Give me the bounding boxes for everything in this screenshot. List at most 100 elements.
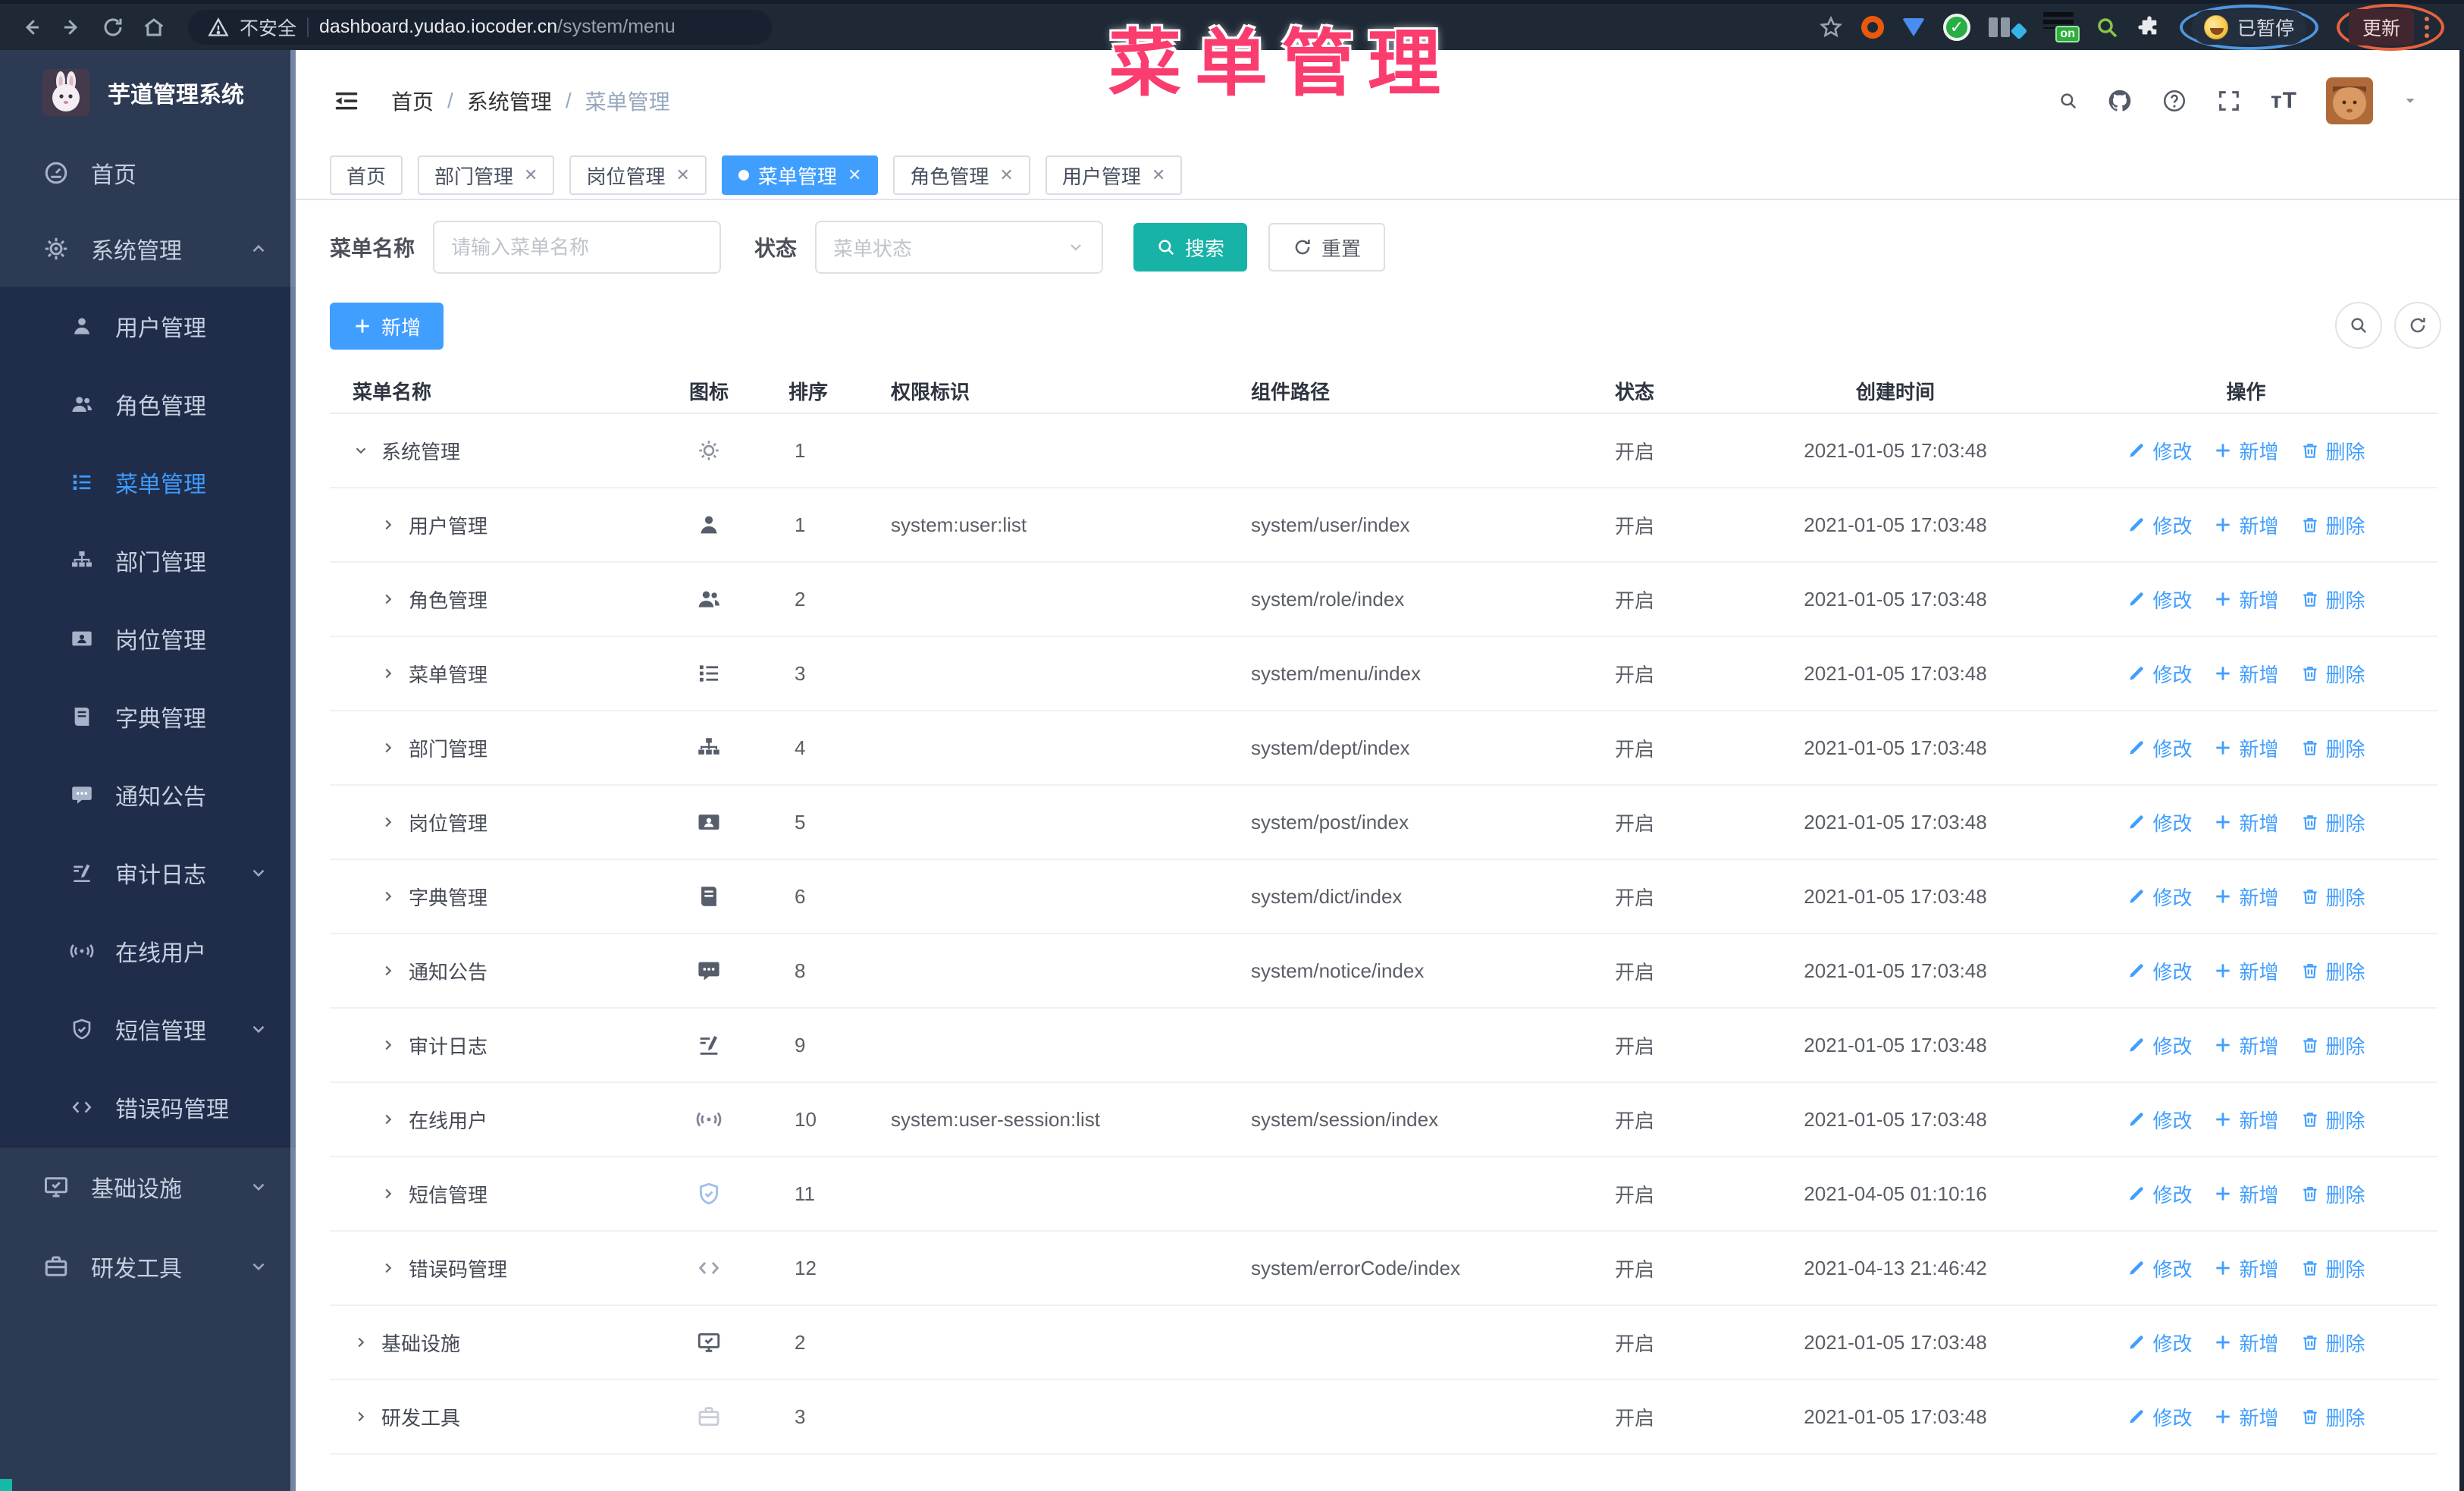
delete-link[interactable]: 删除 — [2300, 1180, 2365, 1208]
edit-link[interactable]: 修改 — [2127, 1031, 2192, 1059]
expand-row-icon[interactable] — [380, 1036, 398, 1054]
chevron-down-icon[interactable] — [2402, 93, 2419, 109]
add-child-link[interactable]: 新增 — [2213, 511, 2279, 539]
sidebar-item[interactable]: 研发工具 — [0, 1226, 296, 1307]
browser-forward-icon[interactable] — [55, 10, 89, 45]
browser-menu-icon[interactable] — [2422, 16, 2432, 38]
add-child-link[interactable]: 新增 — [2213, 585, 2279, 614]
reset-button[interactable]: 重置 — [1268, 223, 1386, 272]
extension-duo-icon[interactable] — [1988, 17, 2028, 39]
expand-row-icon[interactable] — [380, 739, 398, 757]
extension-gem-icon[interactable] — [1901, 17, 1925, 36]
sidebar-scrollbar[interactable] — [290, 50, 296, 1491]
edit-link[interactable]: 修改 — [2127, 883, 2192, 911]
browser-reload-icon[interactable] — [96, 10, 130, 45]
browser-update-button[interactable]: 更新 — [2348, 8, 2414, 46]
status-select[interactable]: 菜单状态 — [815, 221, 1104, 274]
search-button[interactable]: 搜索 — [1133, 223, 1248, 272]
edit-link[interactable]: 修改 — [2127, 808, 2192, 837]
expand-row-icon[interactable] — [380, 1185, 398, 1203]
edit-link[interactable]: 修改 — [2127, 1180, 2192, 1208]
app-logo[interactable]: 芋道管理系统 — [0, 50, 296, 135]
sidebar-item[interactable]: 菜单管理 — [0, 443, 296, 521]
page-tab[interactable]: 用户管理 ✕ — [1045, 155, 1183, 195]
expand-row-icon[interactable] — [380, 664, 398, 683]
close-tab-icon[interactable]: ✕ — [676, 167, 689, 184]
extensions-puzzle-icon[interactable] — [2137, 15, 2161, 39]
delete-link[interactable]: 删除 — [2300, 1031, 2365, 1059]
menu-name-input[interactable] — [433, 221, 722, 274]
delete-link[interactable]: 删除 — [2300, 957, 2365, 985]
page-tab[interactable]: 岗位管理 ✕ — [569, 155, 707, 195]
add-child-link[interactable]: 新增 — [2213, 957, 2279, 985]
delete-link[interactable]: 删除 — [2300, 511, 2365, 539]
edit-link[interactable]: 修改 — [2127, 585, 2192, 614]
browser-back-icon[interactable] — [14, 10, 49, 45]
delete-link[interactable]: 删除 — [2300, 1403, 2365, 1431]
extension-on-badge-icon[interactable]: on — [2042, 11, 2080, 42]
sidebar-item[interactable]: 在线用户 — [0, 912, 296, 990]
edit-link[interactable]: 修改 — [2127, 437, 2192, 465]
user-avatar[interactable] — [2326, 77, 2373, 124]
edit-link[interactable]: 修改 — [2127, 1106, 2192, 1134]
address-bar[interactable]: 不安全 dashboard.yudao.iocoder.cn/system/me… — [188, 9, 772, 45]
extension-magnifier-icon[interactable] — [2095, 15, 2119, 39]
close-tab-icon[interactable]: ✕ — [848, 167, 861, 184]
sidebar-item[interactable]: 用户管理 — [0, 287, 296, 365]
edit-link[interactable]: 修改 — [2127, 660, 2192, 688]
delete-link[interactable]: 删除 — [2300, 660, 2365, 688]
sidebar-item[interactable]: 错误码管理 — [0, 1068, 296, 1146]
add-child-link[interactable]: 新增 — [2213, 1180, 2279, 1208]
delete-link[interactable]: 删除 — [2300, 734, 2365, 762]
page-tab[interactable]: 部门管理 ✕ — [418, 155, 555, 195]
expand-row-icon[interactable] — [380, 1259, 398, 1277]
delete-link[interactable]: 删除 — [2300, 1329, 2365, 1357]
add-child-link[interactable]: 新增 — [2213, 1403, 2279, 1431]
add-child-link[interactable]: 新增 — [2213, 734, 2279, 762]
font-size-icon[interactable]: ᴛT — [2271, 88, 2297, 114]
delete-link[interactable]: 删除 — [2300, 883, 2365, 911]
sidebar-item[interactable]: 通知公告 — [0, 755, 296, 833]
extension-paused-badge[interactable]: 已暂停 — [2191, 9, 2306, 45]
extension-check-icon[interactable]: ✓ — [1942, 13, 1970, 41]
edit-link[interactable]: 修改 — [2127, 1329, 2192, 1357]
expand-row-icon[interactable] — [380, 813, 398, 831]
sidebar-item[interactable]: 首页 — [0, 135, 296, 211]
add-child-link[interactable]: 新增 — [2213, 1031, 2279, 1059]
sidebar-item[interactable]: 基础设施 — [0, 1146, 296, 1226]
edit-link[interactable]: 修改 — [2127, 957, 2192, 985]
github-icon[interactable] — [2107, 88, 2133, 114]
page-tab[interactable]: 首页 ✕ — [330, 155, 403, 195]
delete-link[interactable]: 删除 — [2300, 808, 2365, 837]
browser-home-icon[interactable] — [136, 10, 171, 45]
delete-link[interactable]: 删除 — [2300, 585, 2365, 614]
help-icon[interactable] — [2161, 88, 2187, 114]
expand-row-icon[interactable] — [380, 887, 398, 906]
refresh-table-button[interactable] — [2394, 302, 2441, 349]
edit-link[interactable]: 修改 — [2127, 1254, 2192, 1282]
search-icon[interactable] — [2058, 91, 2078, 111]
expand-row-icon[interactable] — [380, 590, 398, 608]
add-child-link[interactable]: 新增 — [2213, 808, 2279, 837]
sidebar-item[interactable]: 系统管理 — [0, 211, 296, 287]
expand-row-icon[interactable] — [380, 1110, 398, 1128]
extension-orange-icon[interactable] — [1861, 15, 1884, 39]
add-button[interactable]: 新增 — [330, 303, 444, 350]
add-child-link[interactable]: 新增 — [2213, 1106, 2279, 1134]
add-child-link[interactable]: 新增 — [2213, 1254, 2279, 1282]
edit-link[interactable]: 修改 — [2127, 1403, 2192, 1431]
sidebar-item[interactable]: 岗位管理 — [0, 599, 296, 677]
add-child-link[interactable]: 新增 — [2213, 437, 2279, 465]
add-child-link[interactable]: 新增 — [2213, 883, 2279, 911]
edit-link[interactable]: 修改 — [2127, 511, 2192, 539]
breadcrumb-system[interactable]: 系统管理 — [467, 86, 552, 116]
expand-row-icon[interactable] — [380, 516, 398, 534]
delete-link[interactable]: 删除 — [2300, 437, 2365, 465]
delete-link[interactable]: 删除 — [2300, 1106, 2365, 1134]
close-tab-icon[interactable]: ✕ — [524, 167, 538, 184]
fullscreen-icon[interactable] — [2216, 88, 2242, 114]
delete-link[interactable]: 删除 — [2300, 1254, 2365, 1282]
add-child-link[interactable]: 新增 — [2213, 1329, 2279, 1357]
sidebar-item[interactable]: 角色管理 — [0, 365, 296, 443]
expand-row-icon[interactable] — [353, 1408, 371, 1426]
